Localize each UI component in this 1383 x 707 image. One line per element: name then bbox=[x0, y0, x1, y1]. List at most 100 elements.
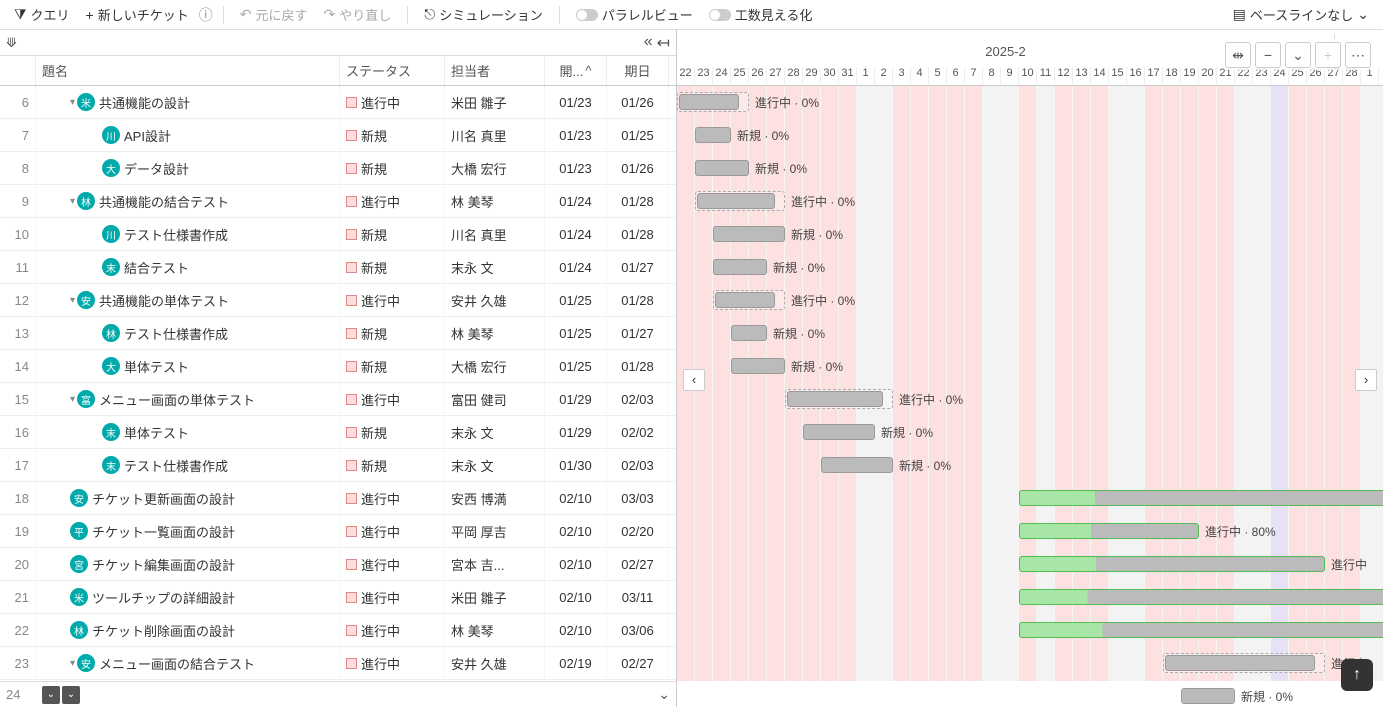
table-row[interactable]: 20宮チケット編集画面の設計進行中宮本 吉...02/1002/27 bbox=[0, 548, 676, 581]
table-row[interactable]: 15▾富メニュー画面の単体テスト進行中富田 健司01/2902/03 bbox=[0, 383, 676, 416]
gantt-bar[interactable] bbox=[713, 226, 785, 242]
table-row[interactable]: 21米ツールチップの詳細設計進行中米田 雛子02/1003/11 bbox=[0, 581, 676, 614]
row-status: 新規 bbox=[340, 152, 445, 184]
title-text: メニュー画面の単体テスト bbox=[99, 390, 255, 409]
col-status-header[interactable]: ステータス bbox=[340, 56, 445, 85]
info-icon[interactable]: ⓘ bbox=[199, 5, 213, 25]
row-due: 02/27 bbox=[607, 548, 669, 580]
baseline-dropdown[interactable]: ▤ベースラインなし⌄ bbox=[1227, 3, 1375, 26]
gantt-bar[interactable] bbox=[821, 457, 893, 473]
settings-icon[interactable]: ⟱ bbox=[6, 35, 17, 51]
simulation-button[interactable]: ⎋シミュレーション bbox=[418, 3, 549, 26]
table-row[interactable]: 13林テスト仕様書作成新規林 美琴01/2501/27 bbox=[0, 317, 676, 350]
gantt-bar[interactable] bbox=[1019, 589, 1383, 605]
gantt-bar[interactable] bbox=[1181, 688, 1235, 704]
gantt-bar[interactable] bbox=[713, 259, 767, 275]
col-assignee-header[interactable]: 担当者 bbox=[445, 56, 545, 85]
gantt-bar[interactable] bbox=[731, 325, 767, 341]
table-row[interactable]: 6▾米共通機能の設計進行中米田 雛子01/2301/26 bbox=[0, 86, 676, 119]
row-num: 23 bbox=[0, 647, 36, 679]
plus-icon: + bbox=[86, 7, 94, 23]
table-row[interactable]: 16末単体テスト新規末永 文01/2902/02 bbox=[0, 416, 676, 449]
row-title: ▾安共通機能の単体テスト bbox=[36, 284, 340, 316]
row-start: 01/24 bbox=[545, 218, 607, 250]
expand-icon[interactable]: ▾ bbox=[70, 196, 75, 207]
zoom-in-icon[interactable]: + bbox=[1315, 42, 1341, 68]
expand-icon[interactable]: ▾ bbox=[70, 394, 75, 405]
query-button[interactable]: ⧩クエリ bbox=[8, 3, 76, 26]
gantt-bar[interactable] bbox=[715, 292, 775, 308]
gantt-bar[interactable] bbox=[695, 127, 731, 143]
gantt-bar[interactable] bbox=[1019, 622, 1383, 638]
chevron-down-icon: ⌄ bbox=[1357, 6, 1369, 23]
gantt-bar[interactable] bbox=[1019, 490, 1383, 506]
row-title: 平チケット一覧画面の設計 bbox=[36, 515, 340, 547]
gantt-bar[interactable] bbox=[679, 94, 739, 110]
table-row[interactable]: 23▾安メニュー画面の結合テスト進行中安井 久雄02/1902/27 bbox=[0, 647, 676, 680]
expand-icon[interactable]: ▾ bbox=[70, 97, 75, 108]
gantt-panel: 2025-2 222324252627282930311234567891011… bbox=[677, 30, 1383, 707]
row-assignee: 大橋 宏行 bbox=[445, 350, 545, 382]
more-icon[interactable]: ⋯ bbox=[1345, 42, 1371, 68]
fit-icon[interactable]: ⇹ bbox=[1225, 42, 1251, 68]
gantt-bar[interactable] bbox=[1019, 523, 1199, 539]
effort-view-toggle[interactable]: 工数見える化 bbox=[703, 3, 819, 26]
row-due: 02/20 bbox=[607, 515, 669, 547]
nav-down-button-2[interactable]: ⌄ bbox=[62, 686, 80, 704]
gantt-bar[interactable] bbox=[697, 193, 775, 209]
table-row[interactable]: 22林チケット削除画面の設計進行中林 美琴02/1003/06 bbox=[0, 614, 676, 647]
title-text: 単体テスト bbox=[124, 357, 189, 376]
avatar: 大 bbox=[102, 159, 120, 177]
row-num: 20 bbox=[0, 548, 36, 580]
collapse-left-icon[interactable]: « bbox=[644, 33, 653, 53]
table-row[interactable]: 8大データ設計新規大橋 宏行01/2301/26 bbox=[0, 152, 676, 185]
gantt-bar[interactable] bbox=[787, 391, 883, 407]
row-assignee: 川名 真里 bbox=[445, 218, 545, 250]
gantt-bar[interactable] bbox=[731, 358, 785, 374]
parallel-view-toggle[interactable]: パラレルビュー bbox=[570, 3, 699, 26]
col-num-header bbox=[0, 56, 36, 85]
row-due: 01/28 bbox=[607, 185, 669, 217]
row-title: 末テスト仕様書作成 bbox=[36, 449, 340, 481]
scroll-top-button[interactable]: ↑ bbox=[1341, 659, 1373, 691]
title-text: テスト仕様書作成 bbox=[124, 456, 228, 475]
gantt-bar-label: 新規 · 0% bbox=[737, 127, 789, 144]
zoom-out-icon[interactable]: − bbox=[1255, 42, 1281, 68]
gantt-nav-right[interactable]: › bbox=[1355, 369, 1377, 391]
day-cell: 15 bbox=[1109, 67, 1127, 85]
col-start-header[interactable]: 開...^ bbox=[545, 56, 607, 85]
avatar: 林 bbox=[70, 621, 88, 639]
expand-icon[interactable]: ⌄ bbox=[658, 686, 670, 703]
gantt-bar[interactable] bbox=[1019, 556, 1325, 572]
table-row[interactable]: 10川テスト仕様書作成新規川名 真里01/2401/28 bbox=[0, 218, 676, 251]
row-status: 新規 bbox=[340, 449, 445, 481]
table-row[interactable]: 12▾安共通機能の単体テスト進行中安井 久雄01/2501/28 bbox=[0, 284, 676, 317]
chevron-down-icon[interactable]: ⌄ bbox=[1285, 42, 1311, 68]
gantt-bar[interactable] bbox=[1165, 655, 1315, 671]
nav-down-button[interactable]: ⌄ bbox=[42, 686, 60, 704]
gantt-bar[interactable] bbox=[695, 160, 749, 176]
status-box-icon bbox=[346, 229, 357, 240]
row-assignee: 末永 文 bbox=[445, 416, 545, 448]
table-row[interactable]: 7川API設計新規川名 真里01/2301/25 bbox=[0, 119, 676, 152]
title-text: データ設計 bbox=[124, 159, 189, 178]
redo-button[interactable]: ↷やり直し bbox=[317, 3, 397, 26]
col-due-header[interactable]: 期日 bbox=[607, 56, 669, 85]
day-cell: 9 bbox=[1001, 67, 1019, 85]
gantt-nav-left[interactable]: ‹ bbox=[683, 369, 705, 391]
avatar: 末 bbox=[102, 423, 120, 441]
row-status: 進行中 bbox=[340, 581, 445, 613]
gantt-bar[interactable] bbox=[803, 424, 875, 440]
table-row[interactable]: 14大単体テスト新規大橋 宏行01/2501/28 bbox=[0, 350, 676, 383]
new-ticket-button[interactable]: +新しいチケット bbox=[80, 3, 195, 26]
table-row[interactable]: 9▾林共通機能の結合テスト進行中林 美琴01/2401/28 bbox=[0, 185, 676, 218]
expand-icon[interactable]: ▾ bbox=[70, 658, 75, 669]
expand-icon[interactable]: ▾ bbox=[70, 295, 75, 306]
table-row[interactable]: 19平チケット一覧画面の設計進行中平岡 厚吉02/1002/20 bbox=[0, 515, 676, 548]
table-row[interactable]: 17末テスト仕様書作成新規末永 文01/3002/03 bbox=[0, 449, 676, 482]
table-row[interactable]: 11末結合テスト新規末永 文01/2401/27 bbox=[0, 251, 676, 284]
table-row[interactable]: 18安チケット更新画面の設計進行中安西 博満02/1003/03 bbox=[0, 482, 676, 515]
undo-button[interactable]: ↶元に戻す bbox=[234, 3, 314, 26]
collapse-arrow-icon[interactable]: ↤ bbox=[657, 33, 670, 53]
col-title-header[interactable]: 題名 bbox=[36, 56, 340, 85]
